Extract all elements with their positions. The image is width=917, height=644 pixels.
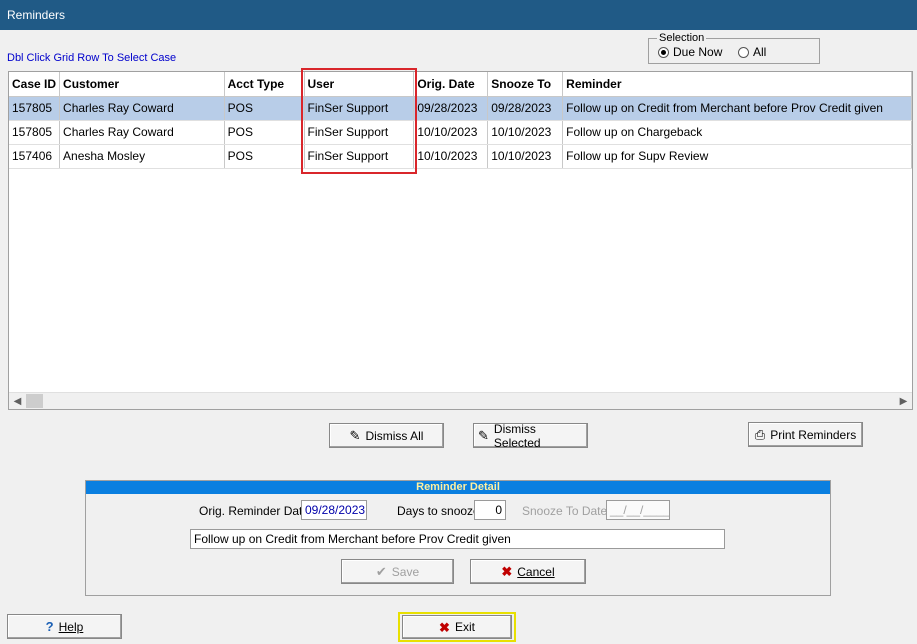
dismiss-all-button[interactable]: ✎ Dismiss All <box>329 423 444 448</box>
window-title-bar: Reminders <box>0 0 917 30</box>
grid-header-row: Case ID Customer Acct Type User Orig. Da… <box>9 72 912 97</box>
column-header-reminder[interactable]: Reminder <box>562 72 912 97</box>
scroll-right-icon[interactable]: ▶ <box>895 393 912 410</box>
exit-focus-frame: ✖ Exit <box>398 612 516 642</box>
orig-reminder-date-label: Orig. Reminder Date <box>199 504 310 518</box>
cell-orig-date: 09/28/2023 <box>413 96 489 121</box>
close-icon: ✖ <box>501 564 513 579</box>
cell-customer: Anesha Mosley <box>59 144 225 169</box>
grid-hint-text: Dbl Click Grid Row To Select Case <box>7 52 177 64</box>
days-to-snooze-field[interactable]: 0 <box>474 500 506 520</box>
reminders-grid[interactable]: Case ID Customer Acct Type User Orig. Da… <box>8 71 913 410</box>
snooze-to-date-field[interactable]: __/__/____ <box>606 500 670 520</box>
column-header-user[interactable]: User <box>304 72 415 97</box>
scroll-left-icon[interactable]: ◀ <box>9 393 26 410</box>
cancel-button[interactable]: ✖ Cancel <box>470 559 586 584</box>
cell-case-id: 157406 <box>9 144 61 169</box>
print-reminders-label: Print Reminders <box>770 427 857 442</box>
cell-reminder: Follow up for Supv Review <box>562 144 912 169</box>
cell-reminder: Follow up on Credit from Merchant before… <box>562 96 912 121</box>
column-header-case-id[interactable]: Case ID <box>9 72 61 97</box>
snooze-to-date-label: Snooze To Date <box>522 504 608 518</box>
cell-case-id: 157805 <box>9 96 61 121</box>
help-label: Help <box>58 619 84 634</box>
dismiss-selected-button[interactable]: ✎ Dismiss Selected <box>473 421 588 450</box>
column-header-orig-date[interactable]: Orig. Date <box>413 72 489 97</box>
cell-snooze-to: 09/28/2023 <box>487 96 564 121</box>
column-header-customer[interactable]: Customer <box>59 72 225 97</box>
checkmark-icon: ✔ <box>375 564 387 579</box>
table-row[interactable]: 157805 Charles Ray Coward POS FinSer Sup… <box>9 96 912 121</box>
exit-label: Exit <box>454 620 475 634</box>
radio-due-now-label: Due Now <box>673 45 723 59</box>
table-row[interactable]: 157406 Anesha Mosley POS FinSer Support … <box>9 144 912 169</box>
cell-acct-type: POS <box>224 144 305 169</box>
save-label: Save <box>391 564 420 579</box>
cell-snooze-to: 10/10/2023 <box>487 120 564 145</box>
cell-acct-type: POS <box>224 96 305 121</box>
cell-reminder: Follow up on Chargeback <box>562 120 912 145</box>
orig-reminder-date-field[interactable]: 09/28/2023 <box>301 500 367 520</box>
reminder-text-field[interactable]: Follow up on Credit from Merchant before… <box>190 529 725 549</box>
selection-legend: Selection <box>657 32 707 44</box>
cell-user: FinSer Support <box>304 144 415 169</box>
radio-due-now[interactable]: Due Now <box>658 46 722 58</box>
help-button[interactable]: ? Help <box>7 614 122 639</box>
cell-customer: Charles Ray Coward <box>59 96 225 121</box>
cell-orig-date: 10/10/2023 <box>413 120 489 145</box>
reminder-detail-panel: Reminder Detail Orig. Reminder Date 09/2… <box>85 480 831 596</box>
cell-customer: Charles Ray Coward <box>59 120 225 145</box>
selection-group: Selection Due Now All <box>648 32 820 64</box>
window-title: Reminders <box>7 8 66 22</box>
dismiss-icon: ✎ <box>478 428 489 443</box>
column-header-snooze-to[interactable]: Snooze To <box>487 72 564 97</box>
radio-dot-icon <box>658 46 669 58</box>
dismiss-icon: ✎ <box>349 428 361 443</box>
radio-all[interactable]: All <box>738 46 766 58</box>
cell-user: FinSer Support <box>304 96 415 121</box>
print-reminders-button[interactable]: ⎙ Print Reminders <box>748 422 863 447</box>
scrollbar-thumb[interactable] <box>26 394 43 408</box>
table-row[interactable]: 157805 Charles Ray Coward POS FinSer Sup… <box>9 120 912 145</box>
printer-icon: ⎙ <box>754 427 766 442</box>
cell-orig-date: 10/10/2023 <box>413 144 489 169</box>
dismiss-selected-label: Dismiss Selected <box>493 421 541 450</box>
column-header-acct-type[interactable]: Acct Type <box>224 72 305 97</box>
exit-button[interactable]: ✖ Exit <box>402 615 512 639</box>
dismiss-all-label: Dismiss All <box>365 428 424 443</box>
radio-all-label: All <box>753 45 767 59</box>
close-icon: ✖ <box>439 619 450 635</box>
radio-dot-icon <box>738 46 749 58</box>
cell-snooze-to: 10/10/2023 <box>487 144 564 169</box>
cell-acct-type: POS <box>224 120 305 145</box>
cancel-label: Cancel <box>517 564 555 579</box>
help-icon: ? <box>45 619 54 634</box>
horizontal-scrollbar[interactable]: ◀ ▶ <box>9 392 912 409</box>
save-button[interactable]: ✔ Save <box>341 559 454 584</box>
cell-user: FinSer Support <box>304 120 415 145</box>
days-to-snooze-label: Days to snooze <box>397 504 480 518</box>
reminder-detail-header: Reminder Detail <box>86 481 830 494</box>
cell-case-id: 157805 <box>9 120 61 145</box>
